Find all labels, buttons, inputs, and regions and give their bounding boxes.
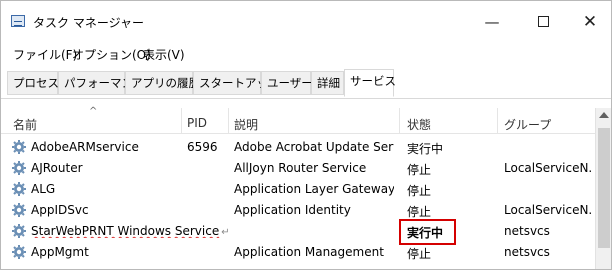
table-row[interactable]: ALG Application Layer Gateway Se... 停止 bbox=[1, 178, 595, 199]
tab-performance[interactable]: パフォーマンス bbox=[58, 71, 144, 95]
service-gear-icon bbox=[12, 224, 26, 238]
col-status[interactable]: 状態 bbox=[407, 116, 431, 133]
service-status: 停止 bbox=[407, 205, 432, 219]
scroll-up-arrow-icon[interactable] bbox=[599, 112, 609, 118]
service-description: Adobe Acrobat Update Service bbox=[234, 140, 394, 154]
service-group: LocalServiceN... bbox=[504, 203, 592, 217]
highlight-annotation-box bbox=[399, 219, 456, 245]
window-title: タスク マネージャー bbox=[33, 16, 144, 30]
service-status: 停止 bbox=[407, 247, 432, 261]
table-row[interactable]: AdobeARMservice 6596 Adobe Acrobat Updat… bbox=[1, 136, 595, 157]
service-status: 停止 bbox=[407, 163, 432, 177]
task-manager-icon bbox=[11, 15, 25, 27]
tab-users[interactable]: ユーザー bbox=[261, 71, 313, 95]
maximize-button[interactable] bbox=[529, 11, 559, 33]
service-description: Application Management bbox=[234, 245, 384, 259]
service-group: netsvcs bbox=[504, 224, 550, 238]
service-description: Application Layer Gateway Se... bbox=[234, 182, 394, 196]
col-divider[interactable] bbox=[399, 108, 400, 134]
menu-bar: ファイル(F) オプション(O) 表示(V) bbox=[1, 41, 611, 65]
service-description: Application Identity bbox=[234, 203, 351, 217]
service-name: AdobeARMservice bbox=[31, 140, 139, 154]
service-status: 実行中 bbox=[407, 142, 444, 156]
services-list: AdobeARMservice 6596 Adobe Acrobat Updat… bbox=[1, 134, 595, 269]
col-divider[interactable] bbox=[181, 108, 182, 134]
service-name: StarWebPRNT Windows Service ↵ bbox=[31, 224, 241, 238]
service-gear-icon bbox=[12, 245, 26, 259]
service-gear-icon bbox=[12, 161, 26, 175]
sort-ascending-icon: ^ bbox=[89, 106, 98, 117]
table-row[interactable]: AppMgmt Application Management 停止 netsvc… bbox=[1, 241, 595, 262]
tab-startup[interactable]: スタートアップ bbox=[193, 71, 280, 95]
table-row[interactable]: AJRouter AllJoyn Router Service 停止 Local… bbox=[1, 157, 595, 178]
menu-file[interactable]: ファイル(F) bbox=[13, 46, 77, 63]
task-manager-window: タスク マネージャー — ✕ ファイル(F) オプション(O) 表示(V) プロ… bbox=[0, 0, 612, 270]
scroll-thumb[interactable] bbox=[598, 128, 610, 248]
table-row[interactable]: AppIDSvc Application Identity 停止 LocalSe… bbox=[1, 199, 595, 220]
close-button[interactable]: ✕ bbox=[575, 11, 605, 33]
service-name: AppIDSvc bbox=[31, 203, 89, 217]
service-pid: 6596 bbox=[187, 140, 218, 154]
menu-view[interactable]: 表示(V) bbox=[143, 46, 185, 63]
service-status: 停止 bbox=[407, 184, 432, 198]
table-row[interactable]: StarWebPRNT Windows Service ↵ 実行中 netsvcs bbox=[1, 220, 595, 241]
col-divider[interactable] bbox=[497, 108, 498, 134]
service-name: AppMgmt bbox=[31, 245, 89, 259]
service-group: LocalServiceN... bbox=[504, 161, 592, 175]
service-gear-icon bbox=[12, 140, 26, 154]
tab-processes[interactable]: プロセス bbox=[7, 71, 59, 95]
title-bar: タスク マネージャー — ✕ bbox=[1, 1, 611, 41]
tab-app-history[interactable]: アプリの履歴 bbox=[125, 71, 200, 95]
col-description[interactable]: 説明 bbox=[234, 116, 258, 133]
maximize-icon bbox=[538, 16, 549, 27]
service-gear-icon bbox=[12, 203, 26, 217]
service-group: netsvcs bbox=[504, 245, 550, 259]
service-gear-icon bbox=[12, 182, 26, 196]
col-group[interactable]: グループ bbox=[504, 116, 551, 133]
return-mark-icon: ↵ bbox=[221, 227, 230, 238]
service-name: ALG bbox=[31, 182, 56, 196]
col-pid[interactable]: PID bbox=[187, 116, 207, 130]
minimize-button[interactable]: — bbox=[477, 11, 507, 33]
tab-details[interactable]: 詳細 bbox=[311, 71, 344, 95]
service-name-text: StarWebPRNT Windows Service bbox=[31, 224, 220, 238]
col-divider[interactable] bbox=[228, 108, 229, 134]
vertical-scrollbar[interactable] bbox=[595, 108, 611, 269]
tab-services[interactable]: サービス bbox=[344, 69, 396, 97]
tab-bar: プロセス パフォーマンス アプリの履歴 スタートアップ ユーザー 詳細 サービス bbox=[1, 67, 611, 99]
service-name: AJRouter bbox=[31, 161, 83, 175]
col-name[interactable]: 名前 bbox=[13, 116, 37, 133]
service-description: AllJoyn Router Service bbox=[234, 161, 367, 175]
menu-options[interactable]: オプション(O) bbox=[72, 46, 151, 63]
column-header: ^ 名前 PID 説明 状態 グループ bbox=[1, 106, 595, 134]
